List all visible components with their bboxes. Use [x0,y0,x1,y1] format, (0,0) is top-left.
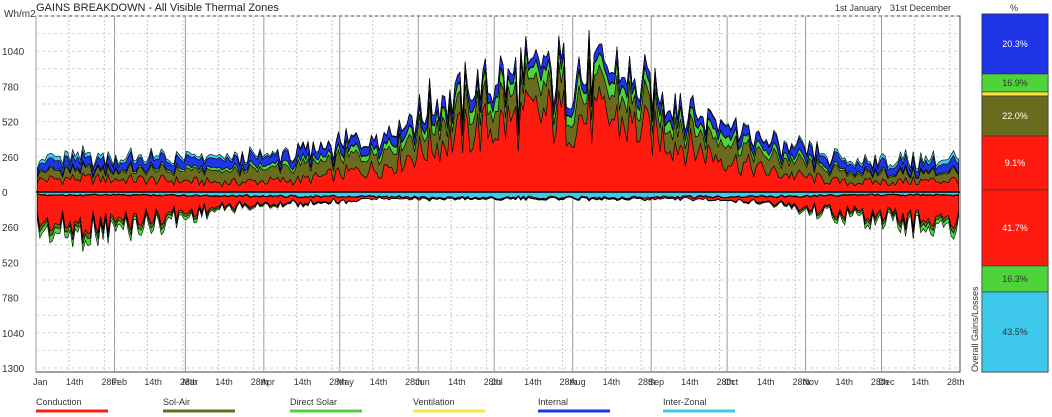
x-tick-label: Sep [648,377,664,387]
y-tick-label: 520 [2,118,19,129]
x-tick-label: Mar [182,377,198,387]
y-tick-label: 260 [2,153,19,164]
period-start: 1st January [835,3,882,13]
percent-segment-label: 22.0% [1002,111,1028,121]
x-tick-label: 14th [448,377,466,387]
percent-segment [981,91,1049,97]
x-tick-label: 14th [370,377,388,387]
y-tick-label: 260 [2,223,19,234]
x-tick-label: Feb [111,377,127,387]
x-tick-label: Jun [415,377,430,387]
y-tick-label: 1040 [2,47,25,58]
legend-label: Ventilation [413,397,455,407]
y-tick-label: 0 [2,188,8,199]
x-tick-label: Oct [724,377,739,387]
percent-segment-label: 9.1% [1005,158,1026,168]
y-tick-label: 1040 [2,329,25,340]
x-tick-label: 14th [215,377,233,387]
percent-bar: 20.3% 16.9% 22.0% 9.1% 41.7% 16.3% 43.5% [981,13,1049,373]
x-tick-label: 14th [66,377,84,387]
percent-segment-label: 43.5% [1002,327,1028,337]
x-tick-label: Dec [879,377,896,387]
legend-label: Inter-Zonal [663,397,707,407]
legend-label: Direct Solar [290,397,337,407]
side-axis-label: Overall Gains/Losses [970,286,980,372]
chart-title: GAINS BREAKDOWN - All Visible Thermal Zo… [36,2,279,14]
x-tick-label: 14th [835,377,853,387]
x-tick-label: Nov [803,377,820,387]
percent-segment-label: 16.9% [1002,78,1028,88]
y-tick-label: 1300 [2,364,25,375]
x-tick-label: Apr [261,377,275,387]
percent-header: % [1010,3,1018,13]
period-end: 31st December [890,3,951,13]
x-tick-label: 14th [603,377,621,387]
percent-segment-label: 41.7% [1002,223,1028,233]
legend-label: Sol-Air [163,397,190,407]
gains-breakdown-chart: GAINS BREAKDOWN - All Visible Thermal Zo… [0,0,1052,417]
x-tick-label: 14th [681,377,699,387]
percent-segment-label: 16.3% [1002,274,1028,284]
y-axis-unit: Wh/m2 [4,9,36,20]
x-tick-label: Jan [33,377,48,387]
x-tick-label: May [337,377,355,387]
x-tick-label: 14th [524,377,542,387]
x-tick-label: Aug [570,377,586,387]
percent-segment-label: 20.3% [1002,39,1028,49]
y-tick-label: 780 [2,294,19,305]
legend-label: Internal [538,397,568,407]
x-tick-label: 28th [947,377,965,387]
y-tick-label: 780 [2,82,19,93]
x-tick-label: 14th [144,377,162,387]
x-tick-label: 14th [911,377,929,387]
x-tick-label: Jul [491,377,503,387]
x-tick-label: 14th [757,377,775,387]
y-tick-label: 520 [2,258,19,269]
legend-label: Conduction [36,397,82,407]
x-tick-label: 14th [294,377,312,387]
